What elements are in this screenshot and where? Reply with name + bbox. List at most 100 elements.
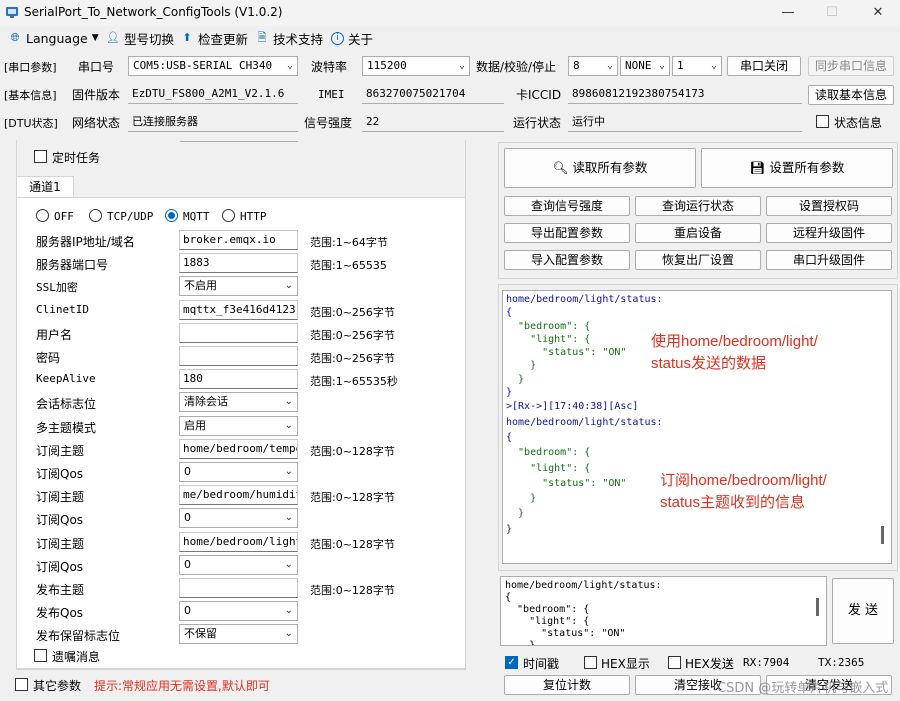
field-input[interactable]: 180 [179, 369, 298, 390]
tech-support-menu[interactable]: 🗎 技术支持 [255, 29, 323, 47]
serial-section-label: [串口参数] [4, 61, 57, 74]
chevron-down-icon: ⌄ [284, 419, 293, 431]
tab-channel-1[interactable]: 通道1 [16, 176, 74, 198]
command-button[interactable]: 重启设备 [635, 223, 761, 243]
range-hint: 范围:0~256字节 [310, 328, 395, 342]
command-button[interactable]: 导入配置参数 [504, 250, 630, 270]
chevron-down-icon: ⌄ [606, 60, 613, 71]
chevron-down-icon: ⌄ [284, 628, 293, 640]
log-line: } [506, 387, 513, 399]
field-select[interactable]: 启用 ⌄ [179, 415, 298, 436]
reset-count-button[interactable]: 复位计数 [504, 675, 630, 695]
mode-radio-tcpudp[interactable] [89, 209, 102, 222]
hex-display-checkbox[interactable] [584, 656, 597, 669]
hex-send-checkbox[interactable] [668, 656, 681, 669]
serial-close-button[interactable]: 串口关闭 [727, 56, 801, 76]
clear-send-button[interactable]: 清空发送 [766, 675, 892, 695]
other-params-label: 其它参数 [33, 679, 82, 693]
field-label: 服务器端口号 [36, 258, 109, 273]
mode-radio-mqtt[interactable] [165, 209, 178, 222]
command-button[interactable]: 恢复出厂设置 [635, 250, 761, 270]
read-all-params-button[interactable]: 🔍︎ 读取所有参数 [504, 148, 696, 188]
field-input[interactable]: mqttx_f3e416d412313 [179, 299, 298, 320]
run-status-label: 运行状态 [513, 116, 562, 130]
mode-radio-off[interactable] [36, 209, 49, 222]
timer-task-checkbox[interactable] [34, 150, 47, 163]
save-icon: 💾︎ [749, 160, 766, 175]
person-icon: 👤︎ [106, 31, 120, 44]
data-bits-select[interactable]: 8 ⌄ [568, 56, 618, 76]
port-select[interactable]: COM5:USB-SERIAL CH340 ⌄ [128, 56, 298, 76]
field-input[interactable] [179, 322, 298, 343]
stop-bits-select[interactable]: 1 ⌄ [672, 56, 722, 76]
field-select[interactable]: 0 ⌄ [179, 601, 298, 622]
check-update-menu[interactable]: ⬆ 检查更新 [180, 29, 248, 47]
range-hint: 范围:1~64字节 [310, 236, 388, 249]
send-button[interactable]: 发 送 [832, 578, 894, 644]
timestamp-checkbox[interactable]: ✓ [505, 656, 518, 669]
model-switch-label: 型号切换 [124, 31, 175, 47]
field-input[interactable]: home/bedroom/light/ [179, 531, 298, 552]
field-input[interactable] [179, 346, 298, 366]
hex-display-label: HEX显示 [601, 657, 650, 671]
range-hint: 范围:0~256字节 [310, 305, 395, 319]
range-hint: 范围:0~128字节 [310, 584, 395, 597]
field-input[interactable] [179, 578, 298, 598]
model-switch-menu[interactable]: 👤︎ 型号切换 [106, 29, 174, 47]
annotation-sent: 使用home/bedroom/light/ status发送的数据 [651, 333, 818, 372]
set-all-params-button[interactable]: 💾︎ 设置所有参数 [701, 148, 893, 188]
range-hint: 范围:1~65535秒 [310, 375, 398, 389]
command-button[interactable]: 导出配置参数 [504, 223, 630, 243]
command-button[interactable]: 设置授权码 [766, 196, 892, 216]
field-input[interactable]: 1883 [179, 253, 298, 274]
language-label: Language [26, 30, 88, 46]
field-select[interactable]: 不保留 ⌄ [179, 624, 298, 645]
baud-select[interactable]: 115200 ⌄ [362, 56, 470, 76]
sync-serial-button[interactable]: 同步串口信息 [808, 56, 894, 76]
status-info-checkbox[interactable] [816, 115, 829, 128]
baud-label: 波特率 [311, 60, 348, 74]
iccid-label: 卡ICCID [516, 88, 562, 102]
set-all-label: 设置所有参数 [769, 160, 845, 175]
tech-support-label: 技术支持 [273, 31, 324, 47]
hint-text: 提示:常规应用无需设置,默认即可 [94, 679, 270, 693]
chevron-down-icon: ⌄ [284, 396, 293, 408]
globe-icon: 🌐︎ [10, 31, 20, 44]
other-params-checkbox[interactable] [15, 678, 28, 691]
will-message-checkbox[interactable] [34, 649, 47, 662]
send-scrollbar[interactable] [816, 598, 819, 616]
mode-radio-http[interactable] [222, 209, 235, 222]
about-menu[interactable]: i 关于 [331, 29, 373, 47]
field-select[interactable]: 不启用 ⌄ [179, 276, 298, 297]
check-update-label: 检查更新 [198, 31, 249, 47]
close-button[interactable]: ✕ [858, 2, 898, 24]
field-select[interactable]: 0 ⌄ [179, 554, 298, 575]
field-label: SSL加密 [36, 281, 78, 295]
command-button[interactable]: 串口升级固件 [766, 250, 892, 270]
document-icon: 🗎 [257, 31, 267, 44]
receive-scrollbar[interactable] [881, 526, 884, 544]
command-button[interactable]: 远程升级固件 [766, 223, 892, 243]
language-menu[interactable]: 🌐︎ Language ▼ [8, 29, 99, 47]
field-select[interactable]: 0 ⌄ [179, 508, 298, 529]
field-select[interactable]: 0 ⌄ [179, 462, 298, 482]
read-basic-info-button[interactable]: 读取基本信息 [808, 85, 894, 105]
field-input[interactable]: me/bedroom/humidity [179, 485, 298, 506]
chevron-down-icon: ⌄ [284, 466, 293, 477]
field-input[interactable]: home/bedroom/temper [179, 438, 298, 459]
command-button[interactable]: 查询运行状态 [635, 196, 761, 216]
field-label: ClinetID [36, 302, 89, 316]
read-all-label: 读取所有参数 [572, 160, 648, 175]
maximize-button[interactable]: ☐ [812, 2, 852, 24]
field-select[interactable]: 清除会话 ⌄ [179, 392, 298, 413]
parity-select[interactable]: NONE ⌄ [620, 56, 670, 76]
field-input[interactable]: broker.emqx.io [179, 230, 298, 250]
command-button[interactable]: 查询信号强度 [504, 196, 630, 216]
send-textarea[interactable]: home/bedroom/light/status: { "bedroom": … [500, 576, 827, 646]
clear-receive-button[interactable]: 清空接收 [635, 675, 761, 695]
range-hint: 范围:0~128字节 [310, 491, 395, 505]
network-status-label: 网络状态 [72, 116, 121, 130]
minimize-button[interactable]: — [768, 2, 808, 24]
iccid-value: 89860812192380754173 [568, 84, 802, 104]
upload-arrow-icon: ⬆ [182, 31, 192, 44]
